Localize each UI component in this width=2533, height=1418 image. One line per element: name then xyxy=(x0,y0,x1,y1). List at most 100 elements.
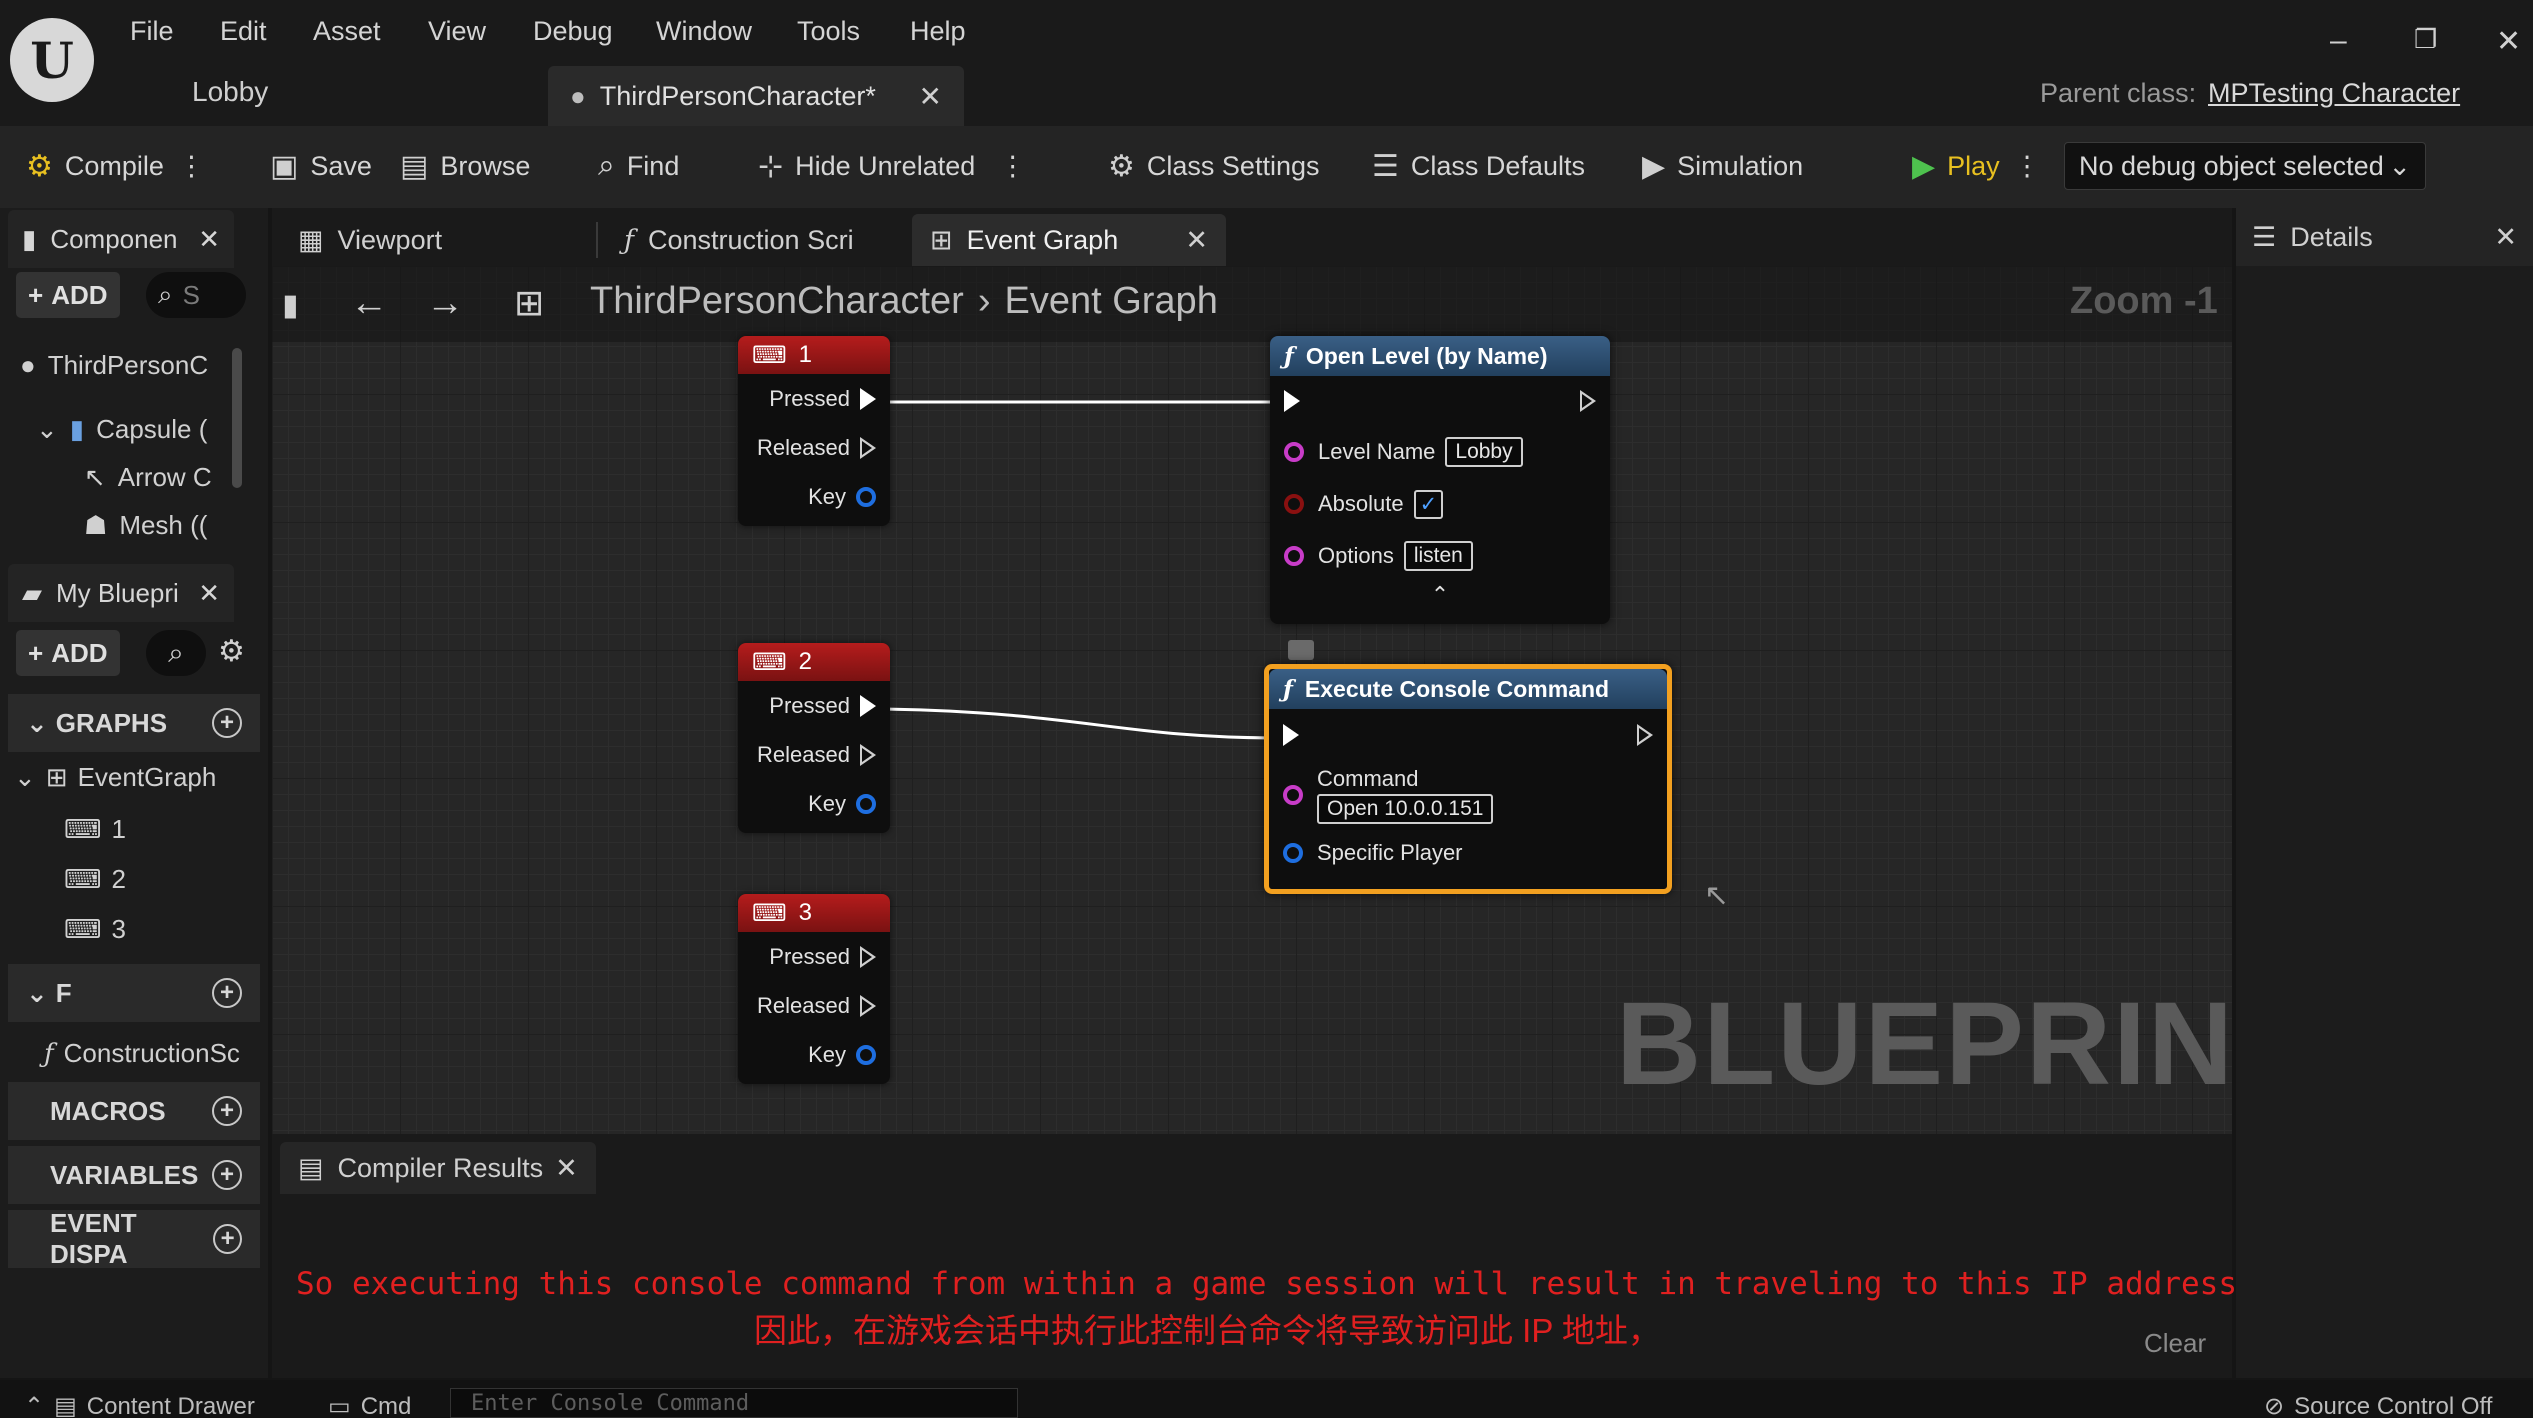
specific-player-pin[interactable]: Specific Player xyxy=(1269,829,1667,877)
tab-compiler-results[interactable]: ▤ Compiler Results ✕ xyxy=(280,1142,596,1194)
options-field[interactable]: listen xyxy=(1403,541,1473,571)
pin-label: Released xyxy=(757,434,850,460)
level-name-field[interactable]: Lobby xyxy=(1445,437,1523,467)
tab-details[interactable]: ☰ Details ✕ xyxy=(2236,208,2533,266)
pressed-pin[interactable]: Pressed xyxy=(738,374,890,423)
key-node-title: 1 xyxy=(798,341,812,368)
compiler-results-label: Compiler Results xyxy=(337,1152,544,1183)
key-node-title: 3 xyxy=(798,899,812,926)
details-panel xyxy=(2236,208,2533,1378)
released-pin[interactable]: Released xyxy=(738,423,890,472)
collapse-advanced-icon[interactable]: ⌃ xyxy=(1270,582,1610,608)
options-label: Options xyxy=(1318,543,1394,568)
string-pin-icon[interactable] xyxy=(1284,546,1304,566)
clear-button[interactable]: Clear xyxy=(2144,1328,2206,1359)
console-command-header: ƒ Execute Console Command xyxy=(1269,669,1667,709)
open-level-header: ƒ Open Level (by Name) xyxy=(1270,336,1610,376)
pin-label: Released xyxy=(757,741,850,767)
absolute-checkbox[interactable]: ✓ xyxy=(1413,489,1444,519)
key-node-title: 2 xyxy=(798,648,812,675)
object-pin-icon[interactable] xyxy=(1283,843,1303,863)
exec-out-pin-icon[interactable] xyxy=(860,387,876,410)
key-node-header: ⌨ 3 xyxy=(738,894,890,932)
key-node-header: ⌨ 1 xyxy=(738,336,890,374)
key-event-node-2[interactable]: ⌨ 2 Pressed Released Key xyxy=(738,643,890,833)
key-pin[interactable]: Key xyxy=(738,1030,890,1079)
console-command-placeholder: Enter Console Command xyxy=(471,1390,750,1416)
bool-pin-icon[interactable] xyxy=(1284,494,1304,514)
key-event-node-1[interactable]: ⌨ 1 Pressed Released Key xyxy=(738,336,890,526)
exec-out-pin-icon[interactable] xyxy=(860,945,876,968)
close-details-icon[interactable]: ✕ xyxy=(2494,222,2517,253)
open-level-title: Open Level (by Name) xyxy=(1305,342,1548,369)
pin-label: Key xyxy=(808,790,846,816)
absolute-pin[interactable]: Absolute ✓ xyxy=(1270,478,1610,530)
exec-out-pin-icon[interactable] xyxy=(860,743,876,766)
exec-out-pin-icon[interactable] xyxy=(860,994,876,1017)
close-compiler-results-icon[interactable]: ✕ xyxy=(555,1153,578,1184)
console-command-input[interactable]: Enter Console Command xyxy=(450,1388,1018,1418)
exec-out-pin-icon[interactable] xyxy=(1580,390,1596,412)
key-event-node-3[interactable]: ⌨ 3 Pressed Released Key xyxy=(738,894,890,1084)
subtitle-english: So executing this console command from w… xyxy=(296,1266,2256,1302)
content-drawer-icon: ▤ xyxy=(54,1393,77,1418)
compiler-results-icon: ▤ xyxy=(298,1152,324,1183)
struct-pin-icon[interactable] xyxy=(856,1044,876,1065)
level-name-label: Level Name xyxy=(1318,439,1436,464)
command-field[interactable]: Open 10.0.0.151 xyxy=(1317,794,1494,824)
pin-label: Key xyxy=(808,483,846,509)
details-sliders-icon: ☰ xyxy=(2252,221,2277,252)
source-control-off-icon: ⊘ xyxy=(2264,1393,2285,1418)
pin-label: Pressed xyxy=(769,943,850,969)
cmd-button[interactable]: ▭ Cmd xyxy=(328,1392,411,1418)
pin-label: Pressed xyxy=(769,692,850,718)
open-level-node[interactable]: ƒ Open Level (by Name) Level Name Lobby … xyxy=(1270,336,1610,624)
subtitle-chinese: 因此，在游戏会话中执行此控制台命令将导致访问此 IP 地址， xyxy=(754,1312,1661,1349)
comment-bubble-icon[interactable] xyxy=(1288,640,1314,660)
level-name-pin[interactable]: Level Name Lobby xyxy=(1270,426,1610,478)
console-command-title: Execute Console Command xyxy=(1304,675,1610,702)
pin-label: Pressed xyxy=(769,385,850,411)
absolute-label: Absolute xyxy=(1318,491,1404,516)
cmd-label: Cmd xyxy=(360,1392,412,1418)
keyboard-icon: ⌨ xyxy=(752,648,787,676)
specific-player-label: Specific Player xyxy=(1317,840,1463,865)
exec-in-pin-icon[interactable] xyxy=(1284,390,1300,412)
command-pin[interactable]: Command Open 10.0.0.151 xyxy=(1269,761,1667,829)
terminal-icon: ▭ xyxy=(328,1393,351,1418)
exec-in-pin-icon[interactable] xyxy=(1283,724,1299,746)
details-tab-title: ☰ Details xyxy=(2252,222,2373,253)
content-drawer-button[interactable]: ⌃ ▤ Content Drawer xyxy=(24,1392,255,1418)
source-control-label: Source Control Off xyxy=(2294,1392,2493,1418)
command-label: Command xyxy=(1317,766,1419,791)
key-pin[interactable]: Key xyxy=(738,472,890,521)
released-pin[interactable]: Released xyxy=(738,730,890,779)
pin-label: Released xyxy=(757,992,850,1018)
wire-key2-to-console-command xyxy=(881,707,1281,740)
exec-out-pin-icon[interactable] xyxy=(1637,724,1653,746)
chevron-up-icon: ⌃ xyxy=(24,1393,45,1418)
keyboard-icon: ⌨ xyxy=(752,899,787,927)
function-icon: ƒ xyxy=(1284,342,1294,370)
keyboard-icon: ⌨ xyxy=(752,341,787,369)
exec-out-pin-icon[interactable] xyxy=(860,436,876,459)
function-icon: ƒ xyxy=(1283,675,1293,703)
struct-pin-icon[interactable] xyxy=(856,486,876,507)
exec-pin-row xyxy=(1270,376,1610,426)
details-label: Details xyxy=(2290,221,2373,252)
struct-pin-icon[interactable] xyxy=(856,793,876,814)
string-pin-icon[interactable] xyxy=(1283,785,1303,805)
source-control-button[interactable]: ⊘ Source Control Off xyxy=(2264,1392,2492,1418)
options-pin[interactable]: Options listen xyxy=(1270,530,1610,582)
name-pin-icon[interactable] xyxy=(1284,442,1304,462)
content-drawer-label: Content Drawer xyxy=(86,1392,255,1418)
pressed-pin[interactable]: Pressed xyxy=(738,932,890,981)
key-node-header: ⌨ 2 xyxy=(738,643,890,681)
pin-label: Key xyxy=(808,1041,846,1067)
key-pin[interactable]: Key xyxy=(738,779,890,828)
released-pin[interactable]: Released xyxy=(738,981,890,1030)
exec-out-pin-icon[interactable] xyxy=(860,694,876,717)
pressed-pin[interactable]: Pressed xyxy=(738,681,890,730)
exec-pin-row xyxy=(1269,709,1667,761)
execute-console-command-node[interactable]: ƒ Execute Console Command Command Open 1… xyxy=(1264,664,1672,894)
